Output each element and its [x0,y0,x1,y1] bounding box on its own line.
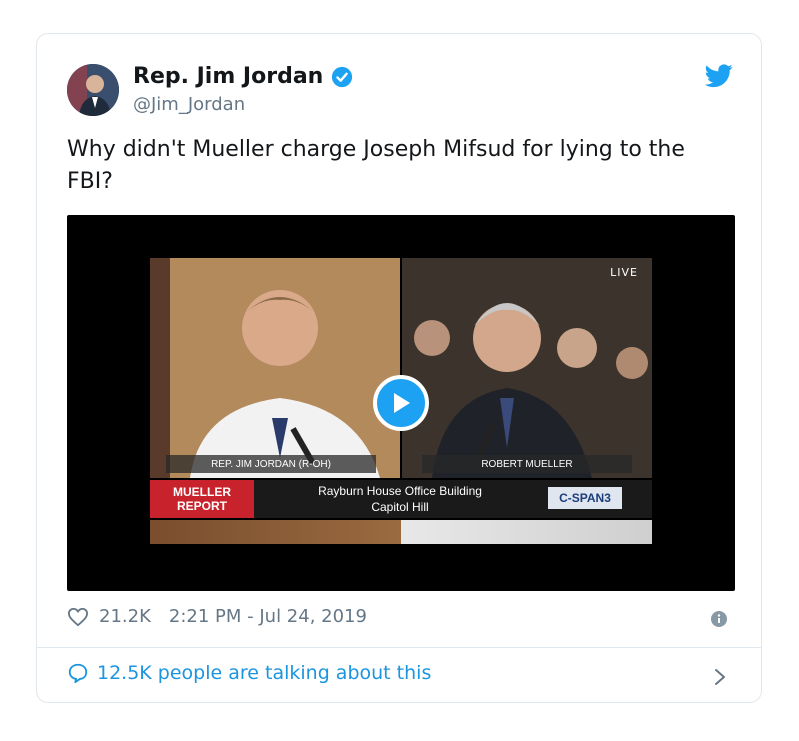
location-line1: Rayburn House Office Building [318,484,482,498]
cspan-logo: C-SPAN3 [548,487,622,509]
heart-icon[interactable] [67,607,89,627]
play-button[interactable] [373,375,429,431]
divider [37,647,761,648]
author-handle[interactable]: @Jim_Jordan [133,94,245,115]
twitter-bird-icon[interactable] [705,64,733,88]
tweet-card[interactable]: Rep. Jim Jordan @Jim_Jordan Why didn't M… [36,33,762,703]
tweet-text: Why didn't Mueller charge Joseph Mifsud … [67,137,685,194]
chevron-right-icon[interactable] [713,667,727,687]
avatar[interactable] [67,64,119,116]
conversation-link[interactable]: 12.5K people are talking about this [67,662,431,684]
talking-text[interactable]: 12.5K people are talking about this [97,662,431,684]
verified-badge-icon [332,66,353,87]
live-label: LIVE [610,266,638,279]
play-icon [394,393,410,413]
comment-bubble-icon [68,663,88,684]
video-player[interactable]: REP. JIM JORDAN (R-OH) LIVE ROBERT MUELL… [67,215,735,591]
mueller-report-badge: MUELLER REPORT [150,480,254,518]
author-name[interactable]: Rep. Jim Jordan [133,64,323,89]
location-line2: Capitol Hill [371,500,429,514]
video-bottom-strip [150,520,652,544]
location-caption: Rayburn House Office Building Capitol Hi… [260,480,540,518]
badge-line2: REPORT [176,499,227,513]
like-count[interactable]: 21.2K [99,606,151,627]
left-caption: REP. JIM JORDAN (R-OH) [166,455,376,473]
tweet-meta: 21.2K 2:21 PM - Jul 24, 2019 [67,606,367,627]
right-caption: ROBERT MUELLER [422,455,632,473]
timestamp[interactable]: 2:21 PM - Jul 24, 2019 [169,606,367,627]
author-name-row[interactable]: Rep. Jim Jordan [133,64,353,89]
video-right-panel: LIVE ROBERT MUELLER [402,258,652,478]
info-icon[interactable] [711,611,727,627]
left-caption-text: REP. JIM JORDAN (R-OH) [211,458,331,470]
video-left-panel: REP. JIM JORDAN (R-OH) [150,258,400,478]
badge-line1: MUELLER [173,485,231,499]
right-caption-text: ROBERT MUELLER [481,458,573,470]
lower-third: MUELLER REPORT Rayburn House Office Buil… [150,480,652,518]
